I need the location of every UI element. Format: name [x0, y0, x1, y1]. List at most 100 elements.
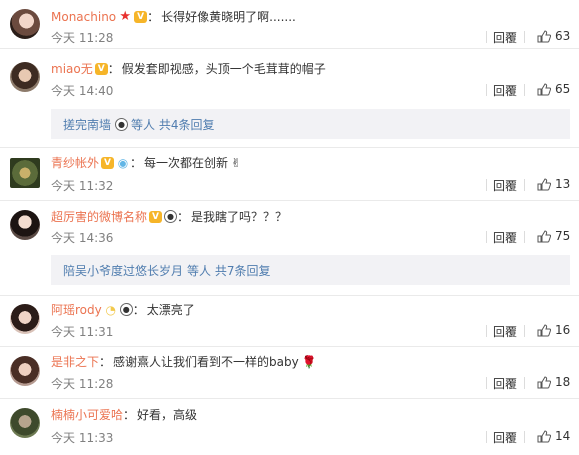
timestamp: 今天 11:28 [51, 31, 114, 45]
divider [524, 84, 525, 96]
divider [524, 431, 525, 443]
comment-list: Monachino ★ V ： 长得好像黄晓明了啊....... 今天 11:2… [0, 0, 579, 455]
avatar[interactable] [10, 158, 40, 188]
reply-button[interactable]: 回覆 [493, 229, 517, 246]
username[interactable]: 青纱帐外 [51, 154, 99, 171]
like-count: 16 [555, 323, 571, 337]
sub-reply-user[interactable]: 陪吴小爷度过悠长岁月 [63, 262, 183, 279]
username[interactable]: miao无 [51, 60, 93, 77]
colon: ： [99, 355, 112, 369]
timestamp: 今天 11:31 [51, 325, 114, 339]
thumbs-up-icon [537, 323, 551, 336]
colon: ： [132, 303, 145, 317]
thumbs-up-icon [537, 82, 551, 95]
avatar[interactable] [10, 9, 40, 39]
panda-icon: ● [115, 117, 129, 131]
divider [486, 31, 487, 43]
like-count: 65 [555, 82, 571, 96]
username[interactable]: 超厉害的微博名称 [51, 208, 147, 225]
avatar[interactable] [10, 408, 40, 438]
comment-text: 是我瞎了吗？？？ [191, 210, 288, 224]
colon: ： [130, 156, 143, 170]
vip-badge-icon: V [101, 156, 115, 169]
like-count: 18 [555, 375, 571, 389]
rose-icon: 🌹 [301, 354, 317, 369]
reply-button[interactable]: 回覆 [493, 177, 517, 194]
thumbs-up-icon [537, 177, 551, 190]
thumbs-up-icon [537, 229, 551, 242]
timestamp: 今天 11:33 [51, 431, 114, 445]
username[interactable]: 楠楠小可爱哈 [51, 406, 123, 423]
colon: ： [177, 210, 190, 224]
like-count: 75 [555, 229, 571, 243]
divider [524, 31, 525, 43]
like-button[interactable]: 18 [537, 375, 570, 389]
divider [524, 325, 525, 337]
comment-item: 是非之下 ： 感谢熹人让我们看到不一样的baby 🌹 今天 11:28 回覆 1… [0, 347, 579, 399]
divider [486, 231, 487, 243]
reply-button[interactable]: 回覆 [493, 429, 517, 446]
victory-hand-icon: ✌ [231, 155, 242, 170]
lightbulb-icon: ◉ [117, 155, 129, 170]
sub-reply-summary[interactable]: 陪吴小爷度过悠长岁月 等人 共7条回复 [51, 255, 570, 285]
panda-icon: ● [119, 303, 133, 316]
like-count: 14 [555, 429, 571, 443]
comment-item: miao无 V ： 假发套即视感，头顶一个毛茸茸的帽子 今天 14:40 回覆 … [0, 49, 579, 148]
divider [524, 377, 525, 389]
sub-reply-summary[interactable]: 搓完南墙 ● 等人 共4条回复 [51, 109, 570, 139]
avatar[interactable] [10, 210, 40, 240]
colon: ： [107, 62, 120, 76]
vip-badge-icon: V [94, 62, 108, 75]
like-button[interactable]: 63 [537, 29, 570, 43]
timestamp: 今天 11:32 [51, 179, 114, 193]
reply-button[interactable]: 回覆 [493, 323, 517, 340]
comment-text: 每一次都在创新 [144, 156, 229, 170]
panda-icon: ● [164, 210, 178, 223]
sub-reply-count[interactable]: 等人 共4条回复 [131, 116, 214, 133]
colon: ： [147, 10, 160, 24]
timestamp: 今天 14:36 [51, 231, 114, 245]
timestamp: 今天 11:28 [51, 377, 114, 391]
comment-text: 好看，高级 [137, 408, 198, 422]
divider [486, 431, 487, 443]
like-button[interactable]: 14 [537, 429, 570, 443]
thumbs-up-icon [537, 29, 551, 42]
reply-button[interactable]: 回覆 [493, 375, 517, 392]
reply-button[interactable]: 回覆 [493, 82, 517, 99]
like-button[interactable]: 65 [537, 82, 570, 96]
comment-text: 长得好像黄晓明了啊....... [161, 10, 296, 24]
comment-text: 太漂亮了 [146, 303, 195, 317]
like-count: 63 [555, 29, 571, 43]
vip-badge-icon: V [134, 10, 148, 23]
timestamp: 今天 14:40 [51, 84, 114, 98]
colon: ： [123, 408, 136, 422]
comment-item: 楠楠小可爱哈 ： 好看，高级 今天 11:33 回覆 14 [0, 399, 579, 455]
username[interactable]: 是非之下 [51, 353, 99, 370]
vip-badge-icon: V [149, 210, 163, 223]
like-button[interactable]: 75 [537, 229, 570, 243]
comment-item: 超厉害的微博名称 V ● ： 是我瞎了吗？？？ 今天 14:36 回覆 75 陪… [0, 201, 579, 296]
username[interactable]: Monachino [51, 10, 116, 24]
comment-item: Monachino ★ V ： 长得好像黄晓明了啊....... 今天 11:2… [0, 0, 579, 49]
moon-icon: ◔ [105, 302, 116, 317]
divider [486, 179, 487, 191]
like-count: 13 [555, 177, 571, 191]
divider [486, 325, 487, 337]
thumbs-up-icon [537, 375, 551, 388]
comment-text: 假发套即视感，头顶一个毛茸茸的帽子 [121, 62, 326, 76]
comment-text: 感谢熹人让我们看到不一样的baby [113, 355, 299, 369]
divider [524, 179, 525, 191]
divider [486, 377, 487, 389]
like-button[interactable]: 16 [537, 323, 570, 337]
avatar[interactable] [10, 356, 40, 386]
thumbs-up-icon [537, 429, 551, 442]
star-icon: ★ [119, 8, 131, 24]
sub-reply-user[interactable]: 搓完南墙 [63, 116, 111, 133]
avatar[interactable] [10, 62, 40, 92]
sub-reply-count[interactable]: 等人 共7条回复 [187, 262, 270, 279]
reply-button[interactable]: 回覆 [493, 29, 517, 46]
divider [486, 84, 487, 96]
avatar[interactable] [10, 304, 40, 334]
like-button[interactable]: 13 [537, 177, 570, 191]
username[interactable]: 阿瑶rody [51, 301, 102, 318]
